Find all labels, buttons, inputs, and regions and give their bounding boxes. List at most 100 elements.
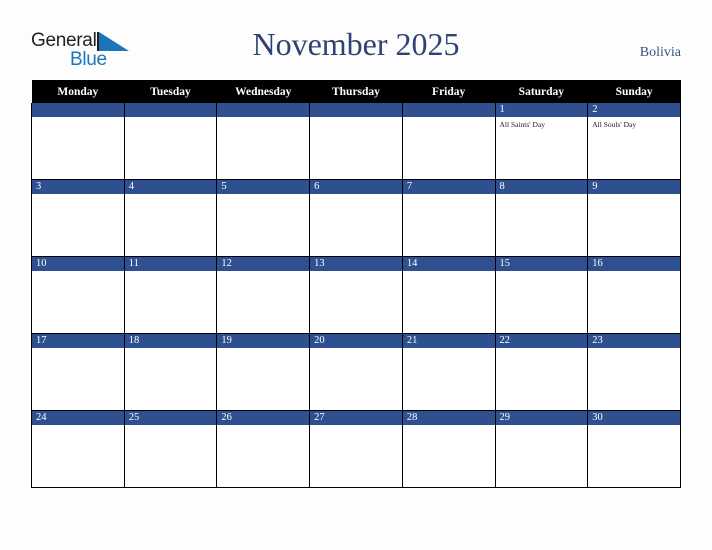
day-cell-inner: 21: [402, 334, 495, 410]
calendar-day-cell[interactable]: 15: [494, 256, 589, 334]
day-cell-inner: 15: [495, 257, 588, 333]
calendar-day-cell[interactable]: 30: [587, 410, 681, 488]
calendar-day-cell[interactable]: 23: [587, 333, 681, 411]
calendar-day-cell[interactable]: [309, 103, 403, 180]
calendar-day-cell[interactable]: 20: [309, 333, 403, 411]
calendar-day-cell[interactable]: 16: [587, 256, 681, 334]
calendar-week-row: 17 18 19 20 21 22 23: [31, 333, 681, 411]
day-events: [217, 271, 309, 333]
day-events: [125, 117, 217, 179]
calendar-day-cell[interactable]: 25: [123, 410, 218, 488]
day-number: 23: [588, 334, 680, 348]
day-number: 10: [32, 257, 124, 271]
day-number: 8: [495, 180, 588, 194]
day-events: [403, 425, 495, 487]
calendar-day-cell[interactable]: 27: [309, 410, 403, 488]
day-number: 11: [124, 257, 217, 271]
calendar-day-cell[interactable]: 5: [216, 179, 311, 257]
day-events: [310, 194, 402, 256]
day-cell-inner: [402, 103, 495, 179]
day-events: [310, 425, 402, 487]
day-cell-inner: 6: [310, 180, 402, 256]
calendar-day-cell[interactable]: 28: [401, 410, 496, 488]
calendar-day-cell[interactable]: [123, 103, 218, 180]
day-events: [496, 194, 588, 256]
day-number: 7: [402, 180, 495, 194]
page-title: November 2025: [252, 26, 460, 62]
day-number: 5: [217, 180, 310, 194]
calendar-day-cell[interactable]: 1 All Saints' Day: [494, 103, 589, 180]
calendar-day-cell[interactable]: 4: [123, 179, 218, 257]
calendar-day-cell[interactable]: 24: [31, 410, 125, 488]
day-cell-inner: [124, 103, 217, 179]
day-number: 28: [402, 411, 495, 425]
day-number: [124, 103, 217, 117]
calendar-day-cell[interactable]: 9: [587, 179, 681, 257]
calendar-day-cell[interactable]: 2 All Souls' Day: [587, 103, 681, 180]
day-events: [217, 117, 309, 179]
day-events: [217, 425, 309, 487]
day-cell-inner: 20: [310, 334, 402, 410]
calendar-day-cell[interactable]: 22: [494, 333, 589, 411]
calendar-day-cell[interactable]: 3: [31, 179, 125, 257]
day-events: [403, 271, 495, 333]
calendar-day-cell[interactable]: 17: [31, 333, 125, 411]
day-cell-inner: 7: [402, 180, 495, 256]
calendar-header-row: Monday Tuesday Wednesday Thursday Friday Satu…: [31, 80, 681, 103]
day-events: All Saints' Day: [496, 117, 588, 179]
page-header: General Blue November 2025 Bolivia: [0, 0, 712, 80]
day-number: 24: [32, 411, 124, 425]
calendar-day-cell[interactable]: 6: [309, 179, 403, 257]
day-events: [217, 194, 309, 256]
day-cell-inner: 5: [217, 180, 310, 256]
day-events: [310, 348, 402, 410]
day-number: 9: [588, 180, 680, 194]
day-cell-inner: 1 All Saints' Day: [495, 103, 588, 179]
calendar-day-cell[interactable]: 12: [216, 256, 311, 334]
calendar-day-cell[interactable]: 19: [216, 333, 311, 411]
day-number: 6: [310, 180, 402, 194]
weekday-header-monday: Monday: [31, 80, 125, 103]
day-events: [496, 348, 588, 410]
calendar-day-cell[interactable]: 8: [494, 179, 589, 257]
calendar-day-cell[interactable]: 29: [494, 410, 589, 488]
calendar-day-cell[interactable]: 21: [401, 333, 496, 411]
calendar-day-cell[interactable]: 10: [31, 256, 125, 334]
day-number: 13: [310, 257, 402, 271]
calendar-day-cell[interactable]: 14: [401, 256, 496, 334]
day-events: [310, 271, 402, 333]
calendar-day-cell[interactable]: 7: [401, 179, 496, 257]
calendar-day-cell[interactable]: [401, 103, 496, 180]
calendar-day-cell[interactable]: [31, 103, 125, 180]
day-cell-inner: 25: [124, 411, 217, 487]
day-cell-inner: 27: [310, 411, 402, 487]
day-cell-inner: 9: [588, 180, 680, 256]
weekday-header-friday: Friday: [402, 80, 496, 103]
calendar-day-cell[interactable]: 26: [216, 410, 311, 488]
calendar-day-cell[interactable]: 13: [309, 256, 403, 334]
calendar-day-cell[interactable]: 11: [123, 256, 218, 334]
holiday-label: All Souls' Day: [592, 120, 637, 129]
day-number: 12: [217, 257, 310, 271]
day-events: [588, 194, 680, 256]
day-events: [588, 271, 680, 333]
day-number: 18: [124, 334, 217, 348]
day-number: 21: [402, 334, 495, 348]
calendar-day-cell[interactable]: 18: [123, 333, 218, 411]
day-number: 29: [495, 411, 588, 425]
day-cell-inner: 18: [124, 334, 217, 410]
calendar-day-cell[interactable]: [216, 103, 311, 180]
day-number: 27: [310, 411, 402, 425]
weekday-header-sunday: Sunday: [587, 80, 681, 103]
day-cell-inner: [32, 103, 124, 179]
day-number: 19: [217, 334, 310, 348]
day-cell-inner: 16: [588, 257, 680, 333]
day-events: [217, 348, 309, 410]
day-events: [32, 271, 124, 333]
holiday-label: All Saints' Day: [499, 120, 546, 129]
calendar-week-row: 10 11 12 13 14 15 16: [31, 256, 681, 334]
calendar-body: 1 All Saints' Day 2 All Souls' Day 3 4 5 6 7 8 9 10…: [31, 103, 681, 488]
day-events: [588, 348, 680, 410]
day-events: [403, 117, 495, 179]
calendar-week-row: 3456789: [31, 179, 681, 257]
